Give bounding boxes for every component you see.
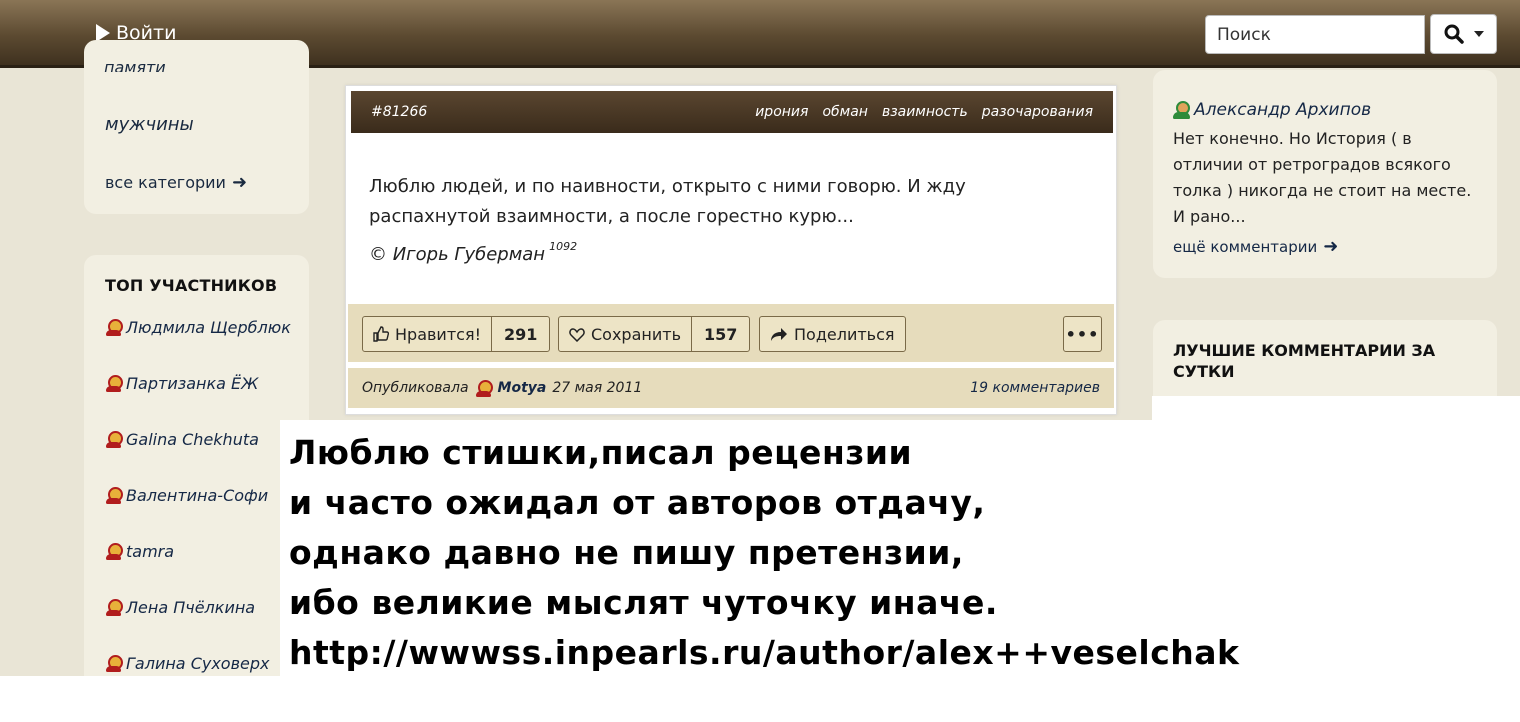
all-categories-label: все категории bbox=[105, 173, 226, 192]
publisher-link[interactable]: Motya bbox=[498, 380, 547, 396]
category-cut[interactable]: памяти bbox=[104, 56, 166, 72]
user-name: Galina Chekhuta bbox=[126, 430, 259, 449]
share-button[interactable]: Поделиться bbox=[760, 317, 905, 351]
quote-author[interactable]: © Игорь Губерман 1092 bbox=[369, 240, 577, 265]
tag-link[interactable]: разочарования bbox=[982, 104, 1093, 120]
search-input[interactable] bbox=[1205, 15, 1425, 54]
top-user-item[interactable]: Людмила Щерблюк bbox=[105, 318, 291, 337]
quote-meta: Опубликовала Motya 27 мая 2011 19 коммен… bbox=[348, 368, 1114, 408]
user-female-icon bbox=[105, 655, 123, 672]
comment-text[interactable]: Нет конечно. Но История ( в отличии от р… bbox=[1173, 126, 1483, 230]
category-men[interactable]: мужчины bbox=[105, 114, 194, 135]
top-user-item[interactable]: Партизанка ЁЖ bbox=[105, 374, 258, 393]
user-name: Людмила Щерблюк bbox=[126, 318, 291, 337]
share-icon bbox=[771, 327, 787, 341]
quote-actions: Нравится! 291 Сохранить 157 Поделиться •… bbox=[348, 304, 1114, 362]
top-user-item[interactable]: Валентина-Софи bbox=[105, 486, 268, 505]
thumbs-up-icon bbox=[373, 326, 389, 342]
overlay-line: и часто ожидал от авторов отдачу, bbox=[289, 483, 986, 522]
like-label: Нравится! bbox=[395, 324, 481, 344]
author-name: © Игорь Губерман bbox=[369, 244, 546, 265]
like-button-group: Нравится! 291 bbox=[362, 316, 551, 352]
top-user-item[interactable]: Galina Chekhuta bbox=[105, 430, 259, 449]
like-button[interactable]: Нравится! bbox=[363, 317, 491, 351]
search-button[interactable] bbox=[1430, 14, 1497, 54]
user-name: Партизанка ЁЖ bbox=[126, 374, 259, 393]
comment-user-link[interactable]: Александр Архипов bbox=[1172, 100, 1371, 120]
heart-icon bbox=[569, 327, 585, 342]
like-count: 291 bbox=[490, 317, 549, 351]
save-count: 157 bbox=[691, 317, 749, 351]
user-male-icon bbox=[1172, 100, 1191, 120]
tag-link[interactable]: взаимность bbox=[882, 104, 968, 120]
share-button-group: Поделиться bbox=[759, 316, 906, 352]
quote-tags: ирония обман взаимность разочарования bbox=[755, 104, 1093, 120]
overlay-line: однако давно не пишу претензии, bbox=[289, 533, 964, 572]
user-female-icon bbox=[475, 379, 493, 397]
user-female-icon bbox=[105, 487, 123, 504]
quote-id[interactable]: #81266 bbox=[371, 104, 427, 120]
arrow-right-icon: ➜ bbox=[231, 172, 248, 193]
search-icon bbox=[1444, 24, 1464, 44]
more-comments-link[interactable]: ещё комментарии ➜ bbox=[1173, 236, 1338, 257]
user-female-icon bbox=[105, 431, 123, 448]
publish-date: 27 мая 2011 bbox=[552, 380, 643, 396]
comment-user-name: Александр Архипов bbox=[1194, 100, 1372, 120]
quote-card: #81266 ирония обман взаимность разочаров… bbox=[345, 85, 1117, 415]
quote-header: #81266 ирония обман взаимность разочаров… bbox=[351, 91, 1113, 133]
overlay-line: ибо великие мыслят чуточку иначе. bbox=[289, 583, 998, 622]
overlay-line: Люблю стишки,писал рецензии bbox=[289, 433, 913, 472]
tag-link[interactable]: обман bbox=[822, 104, 868, 120]
share-label: Поделиться bbox=[794, 324, 895, 344]
user-female-icon bbox=[105, 543, 123, 560]
user-name: tamra bbox=[126, 542, 175, 561]
all-categories-link[interactable]: все категории ➜ bbox=[105, 172, 247, 193]
top-user-item[interactable]: Лена Пчёлкина bbox=[105, 598, 255, 617]
save-button[interactable]: Сохранить bbox=[559, 317, 691, 351]
user-name: Лена Пчёлкина bbox=[126, 598, 256, 617]
user-female-icon bbox=[105, 375, 123, 392]
chevron-down-icon bbox=[1473, 31, 1484, 37]
author-quote-count: 1092 bbox=[549, 240, 578, 253]
top-user-item[interactable]: Галина Суховерх bbox=[105, 654, 270, 673]
overlay-background bbox=[0, 676, 1520, 722]
save-button-group: Сохранить 157 bbox=[558, 316, 751, 352]
more-button[interactable]: ••• bbox=[1063, 316, 1102, 352]
comments-link[interactable]: 19 комментариев bbox=[970, 380, 1100, 396]
user-name: Валентина-Софи bbox=[126, 486, 269, 505]
best-comments-title: ЛУЧШИЕ КОММЕНТАРИИ ЗА СУТКИ bbox=[1173, 341, 1436, 381]
overlay-url: http://wwwss.inpearls.ru/author/alex++ve… bbox=[289, 633, 1240, 672]
overlay-text: Люблю стишки,писал рецензии и часто ожид… bbox=[289, 428, 1239, 678]
user-female-icon bbox=[105, 599, 123, 616]
tag-link[interactable]: ирония bbox=[755, 104, 808, 120]
user-name: Галина Суховерх bbox=[126, 654, 270, 673]
quote-text: Люблю людей, и по наивности, открыто с н… bbox=[369, 176, 966, 227]
arrow-right-icon: ➜ bbox=[1323, 236, 1339, 257]
user-female-icon bbox=[105, 319, 123, 336]
top-user-item[interactable]: tamra bbox=[105, 542, 174, 561]
top-users-title: ТОП УЧАСТНИКОВ bbox=[105, 276, 278, 295]
save-label: Сохранить bbox=[591, 324, 681, 344]
published-by: Опубликовала bbox=[362, 380, 469, 396]
more-comments-label: ещё комментарии bbox=[1173, 237, 1318, 256]
